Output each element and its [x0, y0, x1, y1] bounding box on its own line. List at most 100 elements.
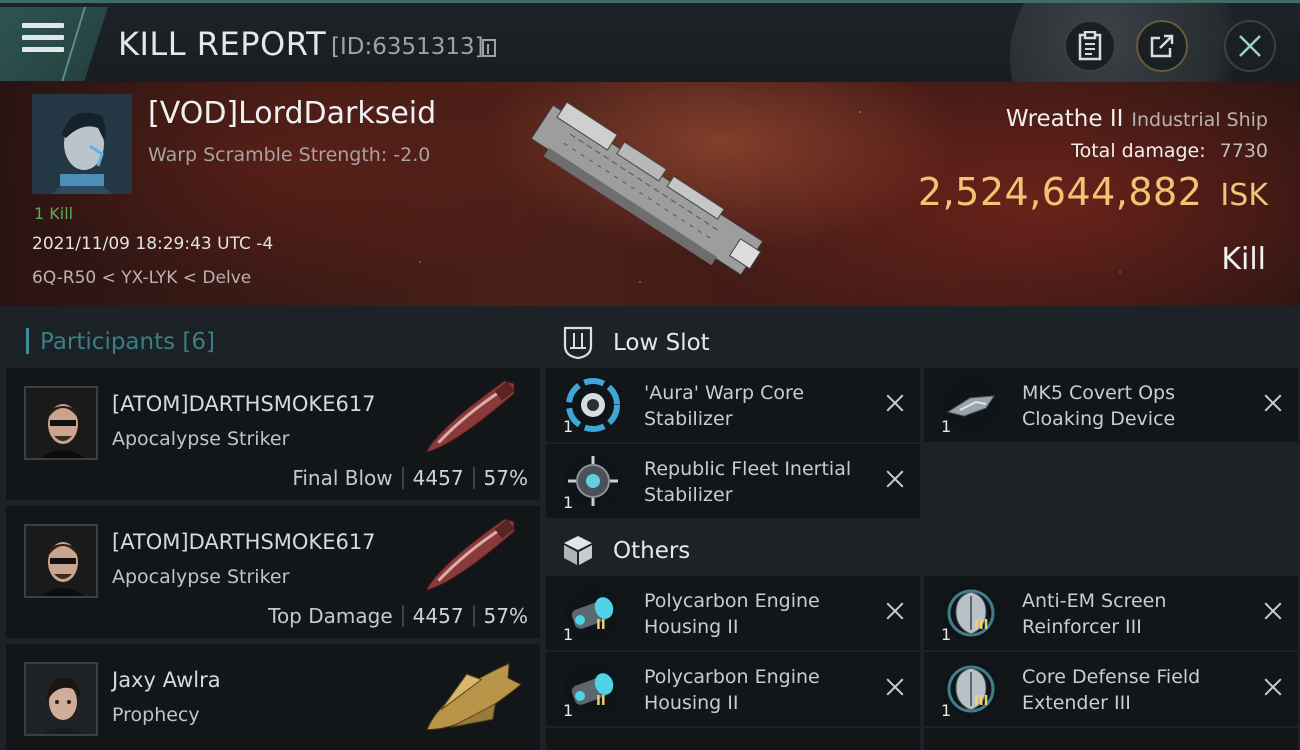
fitting-panel: Low Slot 1 'Aura' Warp Core Stabilizer 1…	[540, 306, 1300, 750]
close-icon	[1239, 35, 1261, 57]
report-id: [ID:6351313]	[331, 34, 484, 60]
participant-damage: 4457	[412, 466, 464, 490]
participants-label: Participants	[40, 329, 176, 355]
destroyed-x-icon	[882, 598, 908, 624]
header-accent-bar	[26, 328, 29, 354]
victim-ship-name[interactable]: Wreathe II	[1006, 106, 1124, 132]
destroyed-x-icon	[882, 674, 908, 700]
item-quantity: 1	[563, 625, 574, 644]
participant-avatar[interactable]	[24, 524, 98, 598]
fitting-item[interactable]: II 1 Polycarbon Engine Housing II	[546, 652, 920, 726]
stat-divider	[472, 467, 475, 489]
low-slot-header: Low Slot	[540, 312, 1300, 372]
victim-name[interactable]: [VOD]LordDarkseid	[148, 96, 436, 131]
victim-scramble-strength: Warp Scramble Strength: -2.0	[148, 144, 431, 166]
participant-damage: 4457	[412, 604, 464, 628]
report-type: Kill	[1221, 242, 1266, 277]
clipboard-icon	[1078, 31, 1102, 61]
total-damage-label: Total damage:	[1071, 140, 1206, 162]
victim-avatar[interactable]	[32, 94, 132, 194]
others-header: Others	[540, 520, 1300, 580]
destroyed-x-icon	[1260, 598, 1286, 624]
stat-divider	[401, 605, 404, 627]
participant-name[interactable]: Jaxy Awlra	[112, 668, 221, 692]
isk-unit: ISK	[1220, 178, 1268, 213]
item-label: MK5 Covert Ops Cloaking Device	[1022, 382, 1176, 430]
low-slot-icon	[563, 326, 593, 360]
item-label: Polycarbon Engine Housing II	[644, 666, 820, 714]
item-label: Republic Fleet Inertial Stabilizer	[644, 458, 852, 506]
item-label: Polycarbon Engine Housing II	[644, 590, 820, 638]
item-quantity: 1	[563, 417, 574, 436]
tech-tier-badge: III	[974, 694, 989, 709]
page-title: KILL REPORT	[118, 25, 327, 63]
fitting-item-partial[interactable]	[546, 728, 920, 750]
victim-ship-image	[530, 101, 764, 276]
total-damage-line: Total damage: 7730	[1071, 140, 1268, 162]
isk-value: 2,524,644,882	[917, 170, 1203, 214]
stat-divider	[401, 467, 404, 489]
participant-name[interactable]: [ATOM]DARTHSMOKE617	[112, 392, 376, 416]
victim-ship-line: Wreathe II Industrial Ship	[1006, 106, 1268, 132]
victim-kill-count: 1 Kill	[34, 204, 74, 223]
share-icon	[1150, 34, 1174, 58]
participant-ship: Prophecy	[112, 704, 200, 726]
fitting-item[interactable]: III 1 Anti-EM Screen Reinforcer III	[924, 576, 1298, 650]
item-quantity: 1	[563, 701, 574, 720]
participant-tag: Final Blow	[292, 466, 393, 490]
fitting-item-partial[interactable]	[924, 728, 1298, 750]
item-quantity: 1	[941, 417, 952, 436]
item-quantity: 1	[563, 493, 574, 512]
fitting-item[interactable]: II 1 Polycarbon Engine Housing II	[546, 576, 920, 650]
participants-panel: Participants [6] [ATOM]DARTHSMOKE617 Apo…	[0, 306, 540, 750]
cargo-box-icon	[564, 536, 592, 565]
apocalypse-striker-image	[424, 380, 515, 454]
hamburger-menu-icon[interactable]	[22, 23, 64, 57]
participant-row[interactable]: Jaxy Awlra Prophecy	[6, 644, 540, 750]
fitting-item[interactable]: 1 MK5 Covert Ops Cloaking Device	[924, 368, 1298, 442]
victim-banner: [VOD]LordDarkseid Warp Scramble Strength…	[0, 82, 1300, 306]
participant-avatar[interactable]	[24, 386, 98, 460]
tech-tier-badge: III	[974, 618, 989, 633]
item-quantity: 1	[941, 701, 952, 720]
fitting-item[interactable]: III 1 Core Defense Field Extender III	[924, 652, 1298, 726]
participant-avatar[interactable]	[24, 662, 98, 736]
item-quantity: 1	[941, 625, 952, 644]
close-button[interactable]	[1224, 20, 1276, 72]
item-label: Core Defense Field Extender III	[1022, 666, 1201, 714]
fitting-item[interactable]: 1 'Aura' Warp Core Stabilizer	[546, 368, 920, 442]
low-slot-title: Low Slot	[613, 330, 710, 356]
participant-row[interactable]: [ATOM]DARTHSMOKE617 Apocalypse Striker T…	[6, 506, 540, 640]
tech-tier-badge: II	[596, 618, 606, 633]
prophecy-ship-image	[426, 662, 522, 730]
destroyed-x-icon	[1260, 390, 1286, 416]
copy-id-icon[interactable]	[482, 39, 496, 57]
participant-portrait-image	[26, 664, 96, 734]
participant-ship: Apocalypse Striker	[112, 566, 290, 588]
kill-datetime: 2021/11/09 18:29:43 UTC -4	[32, 234, 274, 254]
stat-divider	[472, 605, 475, 627]
destroyed-x-icon	[882, 466, 908, 492]
participants-count: [6]	[182, 329, 216, 355]
participant-name[interactable]: [ATOM]DARTHSMOKE617	[112, 530, 376, 554]
item-label: 'Aura' Warp Core Stabilizer	[644, 382, 805, 430]
top-bar: KILL REPORT [ID:6351313]	[0, 0, 1300, 85]
total-damage-value: 7730	[1219, 140, 1268, 162]
fitting-item[interactable]: 1 Republic Fleet Inertial Stabilizer	[546, 444, 920, 518]
participant-percent: 57%	[483, 466, 528, 490]
clipboard-button[interactable]	[1064, 20, 1116, 72]
apocalypse-striker-image	[424, 518, 515, 592]
participant-ship: Apocalypse Striker	[112, 428, 290, 450]
share-button[interactable]	[1136, 20, 1188, 72]
item-label: Anti-EM Screen Reinforcer III	[1022, 590, 1167, 638]
isk-value-line: 2,524,644,882 ISK	[918, 170, 1268, 214]
participant-row[interactable]: [ATOM]DARTHSMOKE617 Apocalypse Striker F…	[6, 368, 540, 502]
participant-portrait-image	[26, 388, 96, 458]
participant-stats: Final Blow 4457 57%	[292, 466, 528, 490]
participant-stats: Top Damage 4457 57%	[268, 604, 528, 628]
participant-portrait-image	[26, 526, 96, 596]
kill-location[interactable]: 6Q-R50 < YX-LYK < Delve	[32, 268, 251, 288]
participants-title: Participants [6]	[40, 329, 215, 355]
participant-percent: 57%	[483, 604, 528, 628]
participants-header[interactable]: Participants [6]	[6, 314, 540, 366]
